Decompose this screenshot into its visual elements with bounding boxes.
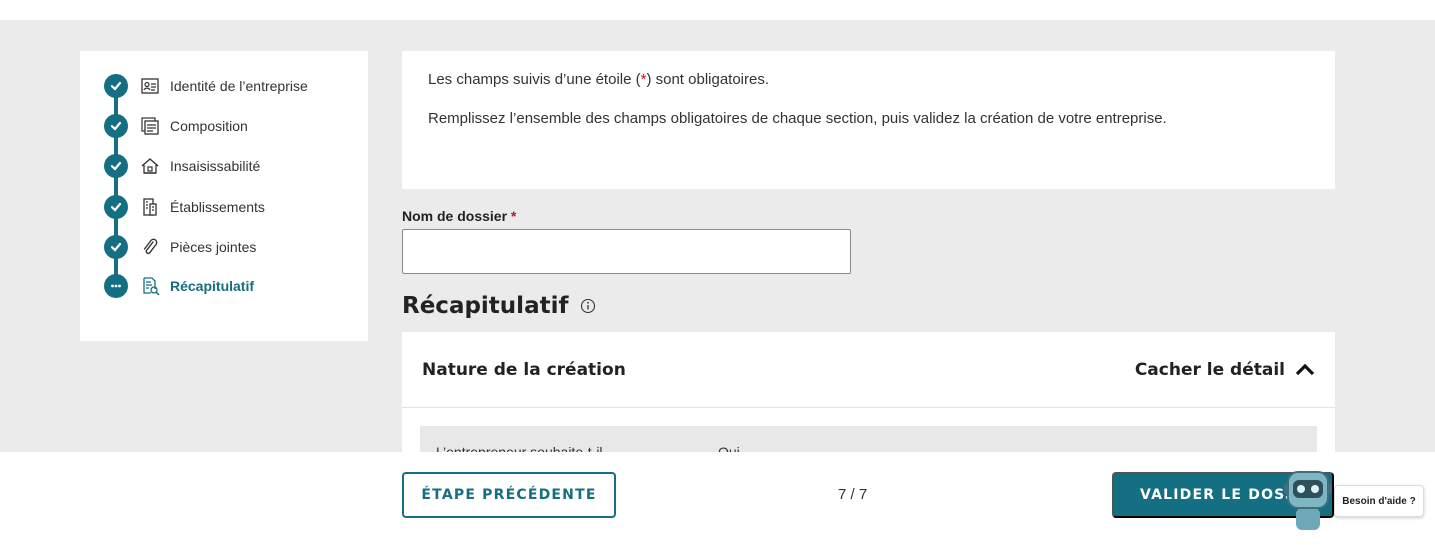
house-icon	[138, 155, 162, 177]
step-identite[interactable]: Identité de l’entreprise	[104, 73, 308, 99]
step-label: Composition	[170, 118, 248, 134]
step-label: Établissements	[170, 199, 265, 215]
check-icon	[104, 195, 128, 219]
panel-title: Nature de la création	[422, 359, 626, 380]
documents-icon	[138, 115, 162, 137]
footer-bar: ÉTAPE PRÉCÉDENTE 7 / 7 VALIDER LE DOSSIE…	[0, 452, 1435, 545]
step-recapitulatif[interactable]: Récapitulatif	[104, 273, 254, 299]
id-card-icon	[138, 75, 162, 97]
creation-nature-panel: Nature de la création Cacher le détail L…	[402, 332, 1335, 466]
step-label: Identité de l’entreprise	[170, 78, 308, 94]
previous-step-button[interactable]: ÉTAPE PRÉCÉDENTE	[402, 472, 616, 518]
dossier-name-label: Nom de dossier *	[402, 208, 517, 224]
step-composition[interactable]: Composition	[104, 113, 248, 139]
page-title: Récapitulatif	[402, 293, 596, 319]
building-icon	[138, 196, 162, 218]
more-dots-icon	[104, 274, 128, 298]
check-icon	[104, 114, 128, 138]
check-icon	[104, 235, 128, 259]
hide-details-toggle[interactable]: Cacher le détail	[1135, 360, 1315, 380]
stepper-nav: Identité de l’entreprise Composition Ins…	[80, 51, 368, 341]
document-search-icon	[138, 275, 162, 297]
step-etablissements[interactable]: Établissements	[104, 194, 265, 220]
panel-header: Nature de la création Cacher le détail	[402, 332, 1335, 408]
top-bar	[0, 0, 1435, 20]
chevron-up-icon	[1295, 363, 1315, 375]
help-label: Besoin d'aide ?	[1334, 485, 1424, 517]
robot-assistant-icon	[1284, 471, 1332, 530]
paperclip-icon	[138, 236, 162, 258]
required-fields-notice: Les champs suivis d’une étoile (*) sont …	[428, 71, 770, 88]
check-icon	[104, 154, 128, 178]
info-icon[interactable]	[580, 298, 596, 314]
step-label: Insaisissabilité	[170, 158, 261, 174]
page-indicator: 7 / 7	[838, 486, 868, 503]
step-label: Pièces jointes	[170, 239, 257, 255]
instructions-text: Remplissez l’ensemble des champs obligat…	[428, 110, 1167, 127]
step-label: Récapitulatif	[170, 278, 255, 294]
dossier-name-input[interactable]	[402, 229, 851, 274]
check-icon	[104, 74, 128, 98]
help-widget[interactable]: Besoin d'aide ?	[1278, 468, 1433, 532]
step-pieces-jointes[interactable]: Pièces jointes	[104, 234, 256, 260]
step-insaisissabilite[interactable]: Insaisissabilité	[104, 153, 260, 179]
info-card: Les champs suivis d’une étoile (*) sont …	[402, 51, 1335, 189]
